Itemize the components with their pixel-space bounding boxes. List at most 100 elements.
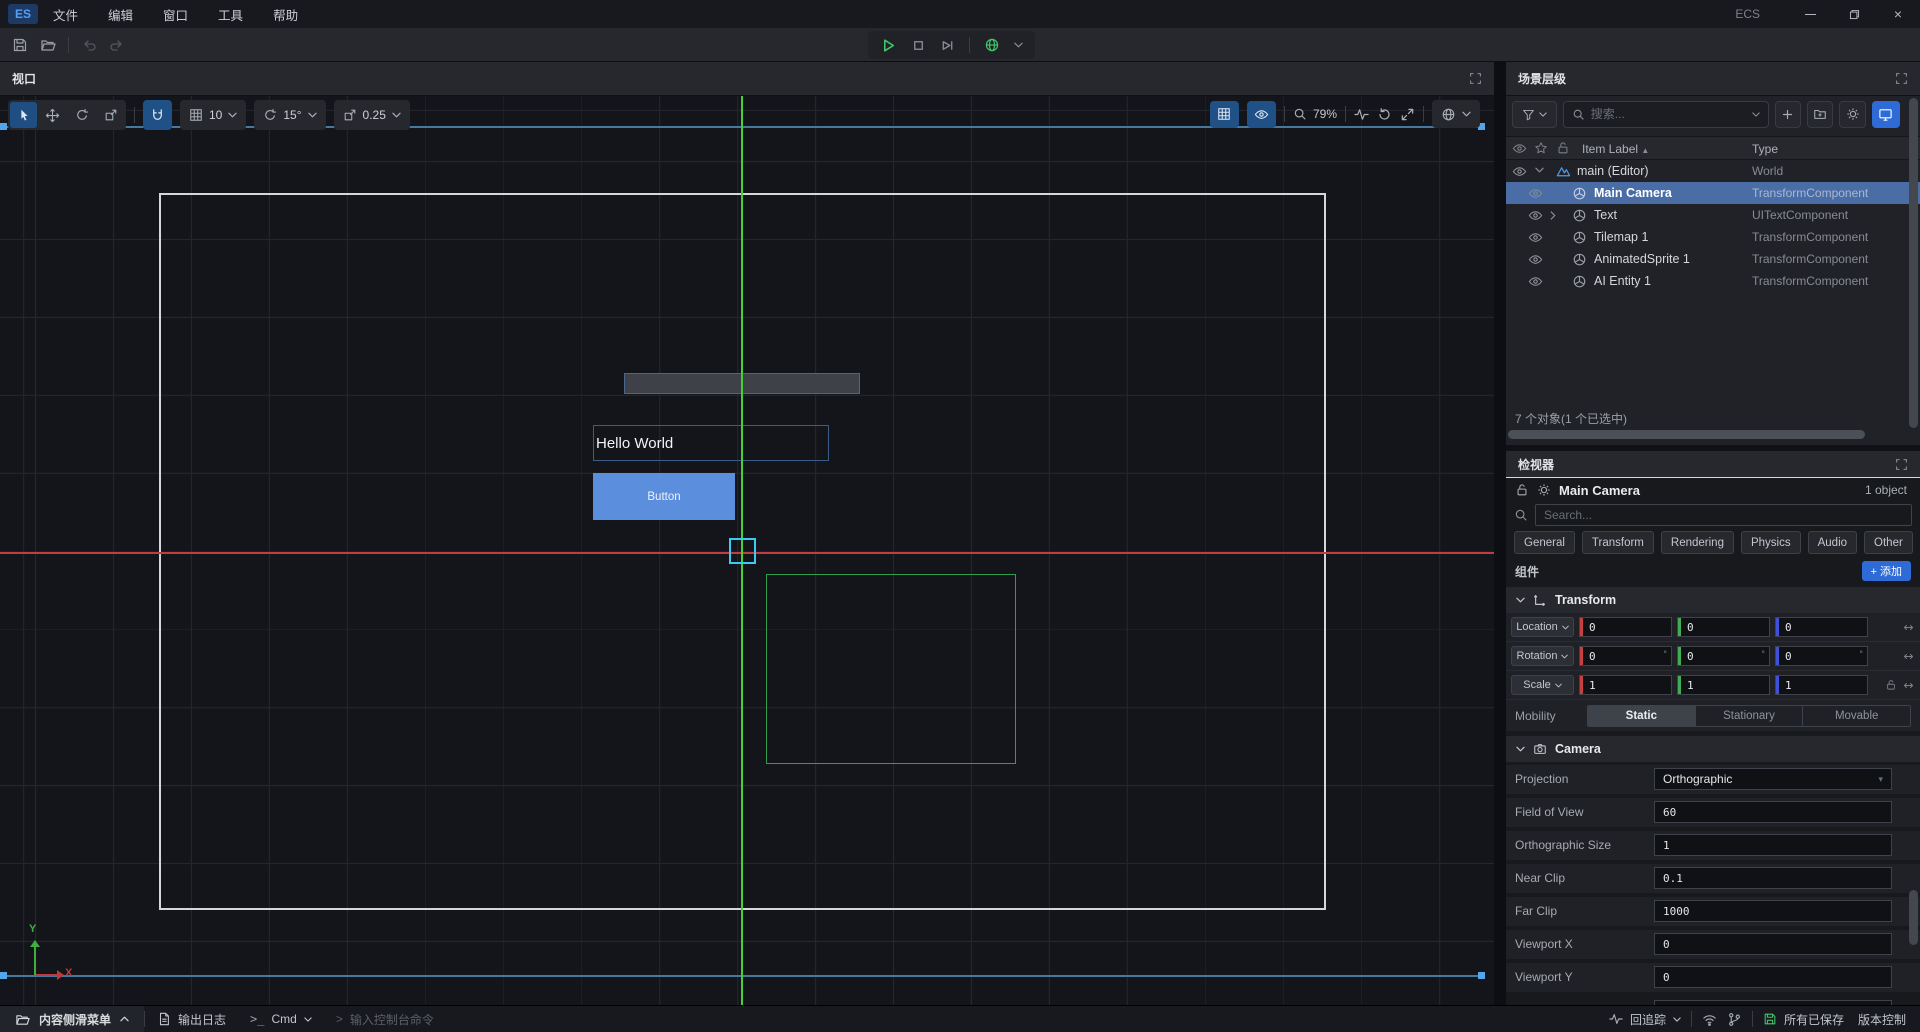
inspector-vscrollbar[interactable] bbox=[1909, 890, 1918, 945]
network-icon[interactable] bbox=[1702, 1012, 1717, 1027]
eye-icon[interactable] bbox=[1512, 164, 1527, 179]
add-component-button[interactable]: + 添加 bbox=[1862, 561, 1911, 581]
scale-y-field[interactable]: 1 bbox=[1677, 675, 1770, 695]
move-tool-button[interactable] bbox=[39, 102, 66, 128]
menu-edit[interactable]: 编辑 bbox=[93, 0, 148, 28]
mobility-movable[interactable]: Movable bbox=[1803, 706, 1910, 726]
app-logo[interactable]: ES bbox=[8, 4, 38, 24]
console-command-input[interactable]: > 输入控制台命令 bbox=[324, 1011, 446, 1028]
rotate-snap-dropdown[interactable]: 15° bbox=[254, 100, 325, 130]
collider-rect-object[interactable] bbox=[766, 574, 1016, 764]
hierarchy-vscrollbar[interactable] bbox=[1909, 98, 1918, 428]
hierarchy-row-ai-entity[interactable]: AI Entity 1 TransformComponent bbox=[1506, 270, 1920, 292]
close-button[interactable]: × bbox=[1876, 0, 1920, 28]
link-axes-icon[interactable] bbox=[1902, 650, 1915, 663]
transform-section-header[interactable]: Transform bbox=[1506, 587, 1920, 613]
rotation-z-field[interactable]: 0° bbox=[1775, 646, 1868, 666]
undo-icon[interactable] bbox=[81, 37, 97, 53]
scale-x-field[interactable]: 1 bbox=[1579, 675, 1672, 695]
projection-select[interactable]: Orthographic ▾ bbox=[1654, 768, 1892, 790]
orthographic-size-field[interactable]: 1 bbox=[1654, 834, 1892, 856]
sync-view-button[interactable] bbox=[1872, 101, 1900, 128]
filter-dropdown-button[interactable] bbox=[1512, 101, 1557, 128]
eye-icon[interactable] bbox=[1528, 230, 1543, 245]
hierarchy-row-tilemap[interactable]: Tilemap 1 TransformComponent bbox=[1506, 226, 1920, 248]
mobility-stationary[interactable]: Stationary bbox=[1696, 706, 1804, 726]
hierarchy-search[interactable] bbox=[1563, 101, 1769, 128]
far-clip-field[interactable]: 1000 bbox=[1654, 900, 1892, 922]
save-icon[interactable] bbox=[12, 37, 28, 53]
viewport-x-field[interactable]: 0 bbox=[1654, 933, 1892, 955]
field-of-view-field[interactable]: 60 bbox=[1654, 801, 1892, 823]
grid-snap-dropdown[interactable]: 10 bbox=[180, 100, 246, 130]
save-status[interactable]: 所有已保存 bbox=[1763, 1011, 1844, 1028]
scale-snap-dropdown[interactable]: 0.25 bbox=[334, 100, 410, 130]
rotation-dropdown[interactable]: Rotation bbox=[1511, 646, 1574, 666]
selection-handle[interactable] bbox=[0, 972, 7, 979]
maximize-button[interactable] bbox=[1832, 0, 1876, 28]
open-folder-icon[interactable] bbox=[40, 37, 56, 53]
tab-general[interactable]: General bbox=[1514, 531, 1575, 554]
location-dropdown[interactable]: Location bbox=[1511, 617, 1574, 637]
world-mode-dropdown[interactable] bbox=[1432, 100, 1480, 128]
globe-icon[interactable] bbox=[984, 37, 1000, 53]
stop-button[interactable] bbox=[911, 38, 926, 53]
content-drawer-button[interactable]: 内容侧滑菜单 bbox=[0, 1006, 144, 1032]
step-button[interactable] bbox=[940, 38, 955, 53]
grid-toggle-button[interactable] bbox=[1210, 101, 1239, 128]
menu-window[interactable]: 窗口 bbox=[148, 0, 203, 28]
zoom-control[interactable]: 79% bbox=[1293, 107, 1337, 121]
panel-splitter[interactable] bbox=[1494, 62, 1506, 1005]
rotation-y-field[interactable]: 0° bbox=[1677, 646, 1770, 666]
stats-pulse-icon[interactable] bbox=[1354, 107, 1369, 122]
link-axes-icon[interactable] bbox=[1902, 679, 1915, 692]
viewport-y-field[interactable]: 0 bbox=[1654, 966, 1892, 988]
fullscreen-icon[interactable] bbox=[1400, 107, 1415, 122]
add-entity-button[interactable] bbox=[1775, 101, 1801, 128]
hierarchy-row-text[interactable]: Text UITextComponent bbox=[1506, 204, 1920, 226]
minimize-button[interactable] bbox=[1788, 0, 1832, 28]
location-z-field[interactable]: 0 bbox=[1775, 617, 1868, 637]
play-button[interactable] bbox=[880, 37, 897, 54]
mobility-static[interactable]: Static bbox=[1588, 706, 1696, 726]
eye-icon[interactable] bbox=[1528, 274, 1543, 289]
column-type[interactable]: Type bbox=[1752, 142, 1778, 156]
select-tool-button[interactable] bbox=[10, 102, 37, 128]
expand-panel-icon[interactable] bbox=[1469, 72, 1482, 85]
selection-handle[interactable] bbox=[0, 123, 7, 130]
snap-toggle-button[interactable] bbox=[143, 100, 172, 130]
branch-icon[interactable] bbox=[1727, 1012, 1742, 1027]
ui-button-object[interactable]: Button bbox=[593, 473, 735, 520]
star-column-icon[interactable] bbox=[1534, 141, 1548, 155]
eye-icon[interactable] bbox=[1528, 208, 1543, 223]
output-log-button[interactable]: 输出日志 bbox=[145, 1011, 238, 1028]
scale-tool-button[interactable] bbox=[97, 102, 124, 128]
hierarchy-settings-button[interactable] bbox=[1839, 101, 1865, 128]
column-item-label[interactable]: Item Label ▲ bbox=[1582, 142, 1649, 156]
version-control-button[interactable]: 版本控制 bbox=[1854, 1011, 1910, 1028]
text-object[interactable]: Hello World bbox=[593, 425, 829, 461]
menu-tools[interactable]: 工具 bbox=[203, 0, 258, 28]
hierarchy-search-input[interactable] bbox=[1591, 107, 1746, 121]
visibility-toggle-button[interactable] bbox=[1247, 101, 1276, 128]
rotate-tool-button[interactable] bbox=[68, 102, 95, 128]
rotation-x-field[interactable]: 0° bbox=[1579, 646, 1672, 666]
location-y-field[interactable]: 0 bbox=[1677, 617, 1770, 637]
tab-rendering[interactable]: Rendering bbox=[1661, 531, 1734, 554]
selection-pivot-box[interactable] bbox=[729, 538, 756, 564]
scale-dropdown[interactable]: Scale bbox=[1511, 675, 1574, 695]
hierarchy-row-main-camera[interactable]: Main Camera TransformComponent bbox=[1506, 182, 1920, 204]
gear-icon[interactable] bbox=[1537, 483, 1551, 497]
scrollbar-thumb[interactable] bbox=[1508, 430, 1865, 439]
expand-panel-icon[interactable] bbox=[1895, 458, 1908, 471]
selection-handle[interactable] bbox=[1478, 972, 1485, 979]
backtrace-dropdown[interactable]: 回追踪 bbox=[1609, 1011, 1681, 1028]
lock-scale-icon[interactable] bbox=[1885, 679, 1897, 691]
chevron-right-icon[interactable] bbox=[1550, 211, 1556, 220]
tab-transform[interactable]: Transform bbox=[1582, 531, 1654, 554]
reset-view-icon[interactable] bbox=[1377, 107, 1392, 122]
camera-section-header[interactable]: Camera bbox=[1506, 736, 1920, 762]
hierarchy-row-animatedsprite[interactable]: AnimatedSprite 1 TransformComponent bbox=[1506, 248, 1920, 270]
inspector-search-box[interactable] bbox=[1535, 504, 1912, 526]
lock-icon[interactable] bbox=[1515, 483, 1529, 497]
